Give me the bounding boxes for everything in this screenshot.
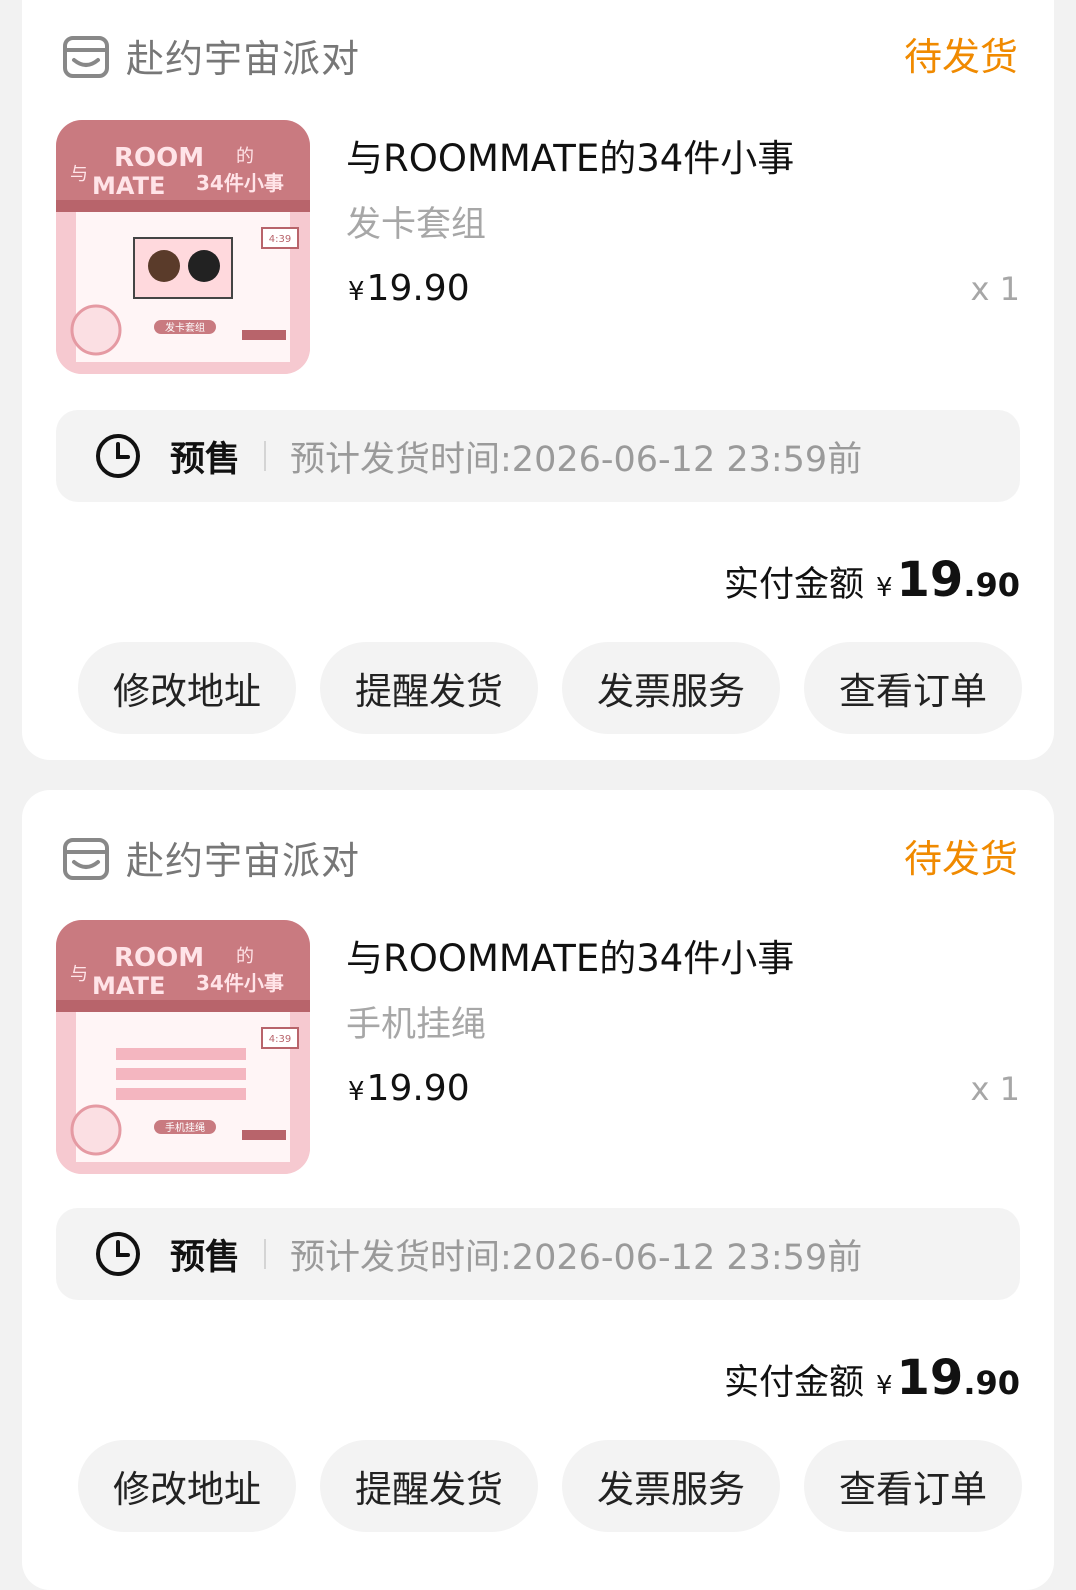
product-spec: 手机挂绳 <box>346 1005 487 1045</box>
thumb-banner-de: 的 <box>236 946 254 967</box>
thumb-banner-de: 的 <box>236 146 254 167</box>
thumb-banner-34: 34件小事 <box>196 971 284 995</box>
remind-shipping-button[interactable]: 提醒发货 <box>320 1440 538 1532</box>
product-thumbnail[interactable]: 4:39 手机挂绳 ROOM MATE 与 的 34件小事 <box>56 920 310 1174</box>
product-spec: 发卡套组 <box>346 205 487 245</box>
price-symbol: ¥ <box>348 1077 365 1107</box>
presale-bar: 预售 预计发货时间:2026-06-12 23:59前 <box>56 410 1020 502</box>
thumbnail-art: 4:39 发卡套组 ROOM MATE 与 的 34件小事 <box>56 120 310 374</box>
presale-time: 预计发货时间:2026-06-12 23:59前 <box>290 439 863 480</box>
paid-symbol: ¥ <box>875 573 893 603</box>
order-card[interactable]: 赴约宇宙派对 待发货 4:39 手机挂绳 ROOM MATE 与 的 34件小事… <box>22 790 1054 1590</box>
paid-symbol: ¥ <box>875 1371 893 1401</box>
thumb-banner-yu: 与 <box>70 164 88 185</box>
presale-time: 预计发货时间:2026-06-12 23:59前 <box>290 1237 863 1278</box>
thumbnail-art: 4:39 手机挂绳 ROOM MATE 与 的 34件小事 <box>56 920 310 1174</box>
thumb-banner-room: ROOM <box>114 943 204 973</box>
paid-amount: 实付金额 ¥ 19 .90 <box>724 552 1020 608</box>
order-status: 待发货 <box>903 837 1018 881</box>
shop-icon <box>63 837 109 880</box>
paid-label: 实付金额 <box>723 1363 864 1403</box>
paid-integer: 19 <box>896 1350 964 1406</box>
view-order-button[interactable]: 查看订单 <box>804 642 1022 734</box>
paid-integer: 19 <box>896 552 964 608</box>
order-card[interactable]: 赴约宇宙派对 待发货 4:39 发卡套组 ROOM MATE 与 的 34件小事… <box>22 0 1054 760</box>
presale-label: 预售 <box>170 1237 241 1278</box>
product-price: ¥19.90 <box>348 268 470 309</box>
thumb-banner-room: ROOM <box>114 143 204 173</box>
shop-header[interactable]: 赴约宇宙派对 <box>60 830 360 885</box>
product-thumbnail[interactable]: 4:39 发卡套组 ROOM MATE 与 的 34件小事 <box>56 120 310 374</box>
modify-address-button[interactable]: 修改地址 <box>78 1440 296 1532</box>
remind-shipping-button[interactable]: 提醒发货 <box>320 642 538 734</box>
view-order-button[interactable]: 查看订单 <box>804 1440 1022 1532</box>
thumb-banner-mate: MATE <box>92 972 165 1000</box>
product-title[interactable]: 与ROOMMATE的34件小事 <box>346 128 794 182</box>
paid-decimal: .90 <box>963 1364 1020 1402</box>
order-actions: 修改地址 提醒发货 发票服务 查看订单 <box>78 642 1022 734</box>
clock-icon <box>96 1232 140 1276</box>
invoice-service-button[interactable]: 发票服务 <box>562 1440 780 1532</box>
shop-icon <box>63 35 109 78</box>
product-price: ¥19.90 <box>348 1068 470 1109</box>
shop-header[interactable]: 赴约宇宙派对 <box>60 28 360 83</box>
paid-decimal: .90 <box>963 566 1020 604</box>
paid-label: 实付金额 <box>723 565 864 605</box>
product-quantity: x 1 <box>970 1070 1020 1108</box>
product-quantity: x 1 <box>970 270 1020 308</box>
product-title[interactable]: 与ROOMMATE的34件小事 <box>346 928 794 982</box>
thumb-clock: 4:39 <box>269 1034 291 1045</box>
thumb-tag: 手机挂绳 <box>165 1121 205 1134</box>
thumb-tag: 发卡套组 <box>165 321 205 334</box>
price-value: 19.90 <box>366 1068 470 1109</box>
thumb-banner-mate: MATE <box>92 172 165 200</box>
price-symbol: ¥ <box>348 277 365 307</box>
thumb-banner-34: 34件小事 <box>196 171 284 195</box>
clock-icon <box>96 434 140 478</box>
presale-label: 预售 <box>170 439 241 480</box>
invoice-service-button[interactable]: 发票服务 <box>562 642 780 734</box>
presale-bar: 预售 预计发货时间:2026-06-12 23:59前 <box>56 1208 1020 1300</box>
thumb-clock: 4:39 <box>269 234 291 245</box>
divider <box>264 441 267 471</box>
shop-name: 赴约宇宙派对 <box>126 37 361 81</box>
price-value: 19.90 <box>366 268 470 309</box>
order-status: 待发货 <box>903 35 1018 79</box>
paid-amount: 实付金额 ¥ 19 .90 <box>724 1350 1020 1406</box>
thumb-banner-yu: 与 <box>70 964 88 985</box>
modify-address-button[interactable]: 修改地址 <box>78 642 296 734</box>
divider <box>264 1239 267 1269</box>
shop-name: 赴约宇宙派对 <box>126 839 361 883</box>
order-actions: 修改地址 提醒发货 发票服务 查看订单 <box>78 1440 1022 1532</box>
